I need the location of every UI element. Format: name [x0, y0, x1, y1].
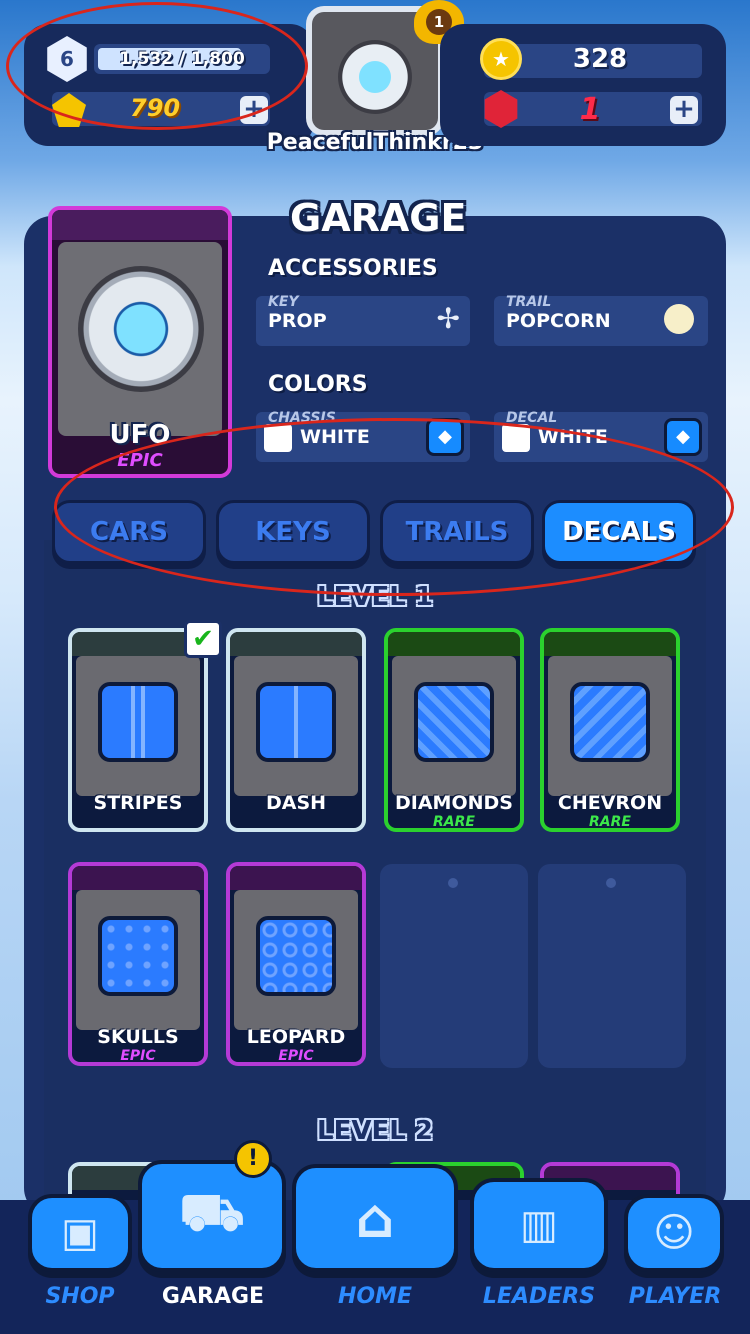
- trail-slot-label: TRAIL: [506, 294, 552, 310]
- decal-card-chevron[interactable]: CHEVRON RARE: [540, 628, 680, 832]
- popcorn-icon: [664, 304, 694, 334]
- annotation-circle-stats: [6, 2, 308, 130]
- key-slot-label: KEY: [268, 294, 299, 310]
- coin-count: 328: [572, 44, 628, 74]
- shop-button[interactable]: ▣: [28, 1194, 132, 1272]
- garage-label: GARAGE: [161, 1284, 265, 1309]
- garage-title: GARAGE: [290, 196, 467, 240]
- car-icon: ⛟: [179, 1182, 245, 1243]
- decal-card-dash[interactable]: DASH: [226, 628, 366, 832]
- chevron-decal-icon: [570, 682, 650, 762]
- accessories-heading: ACCESSORIES: [268, 256, 438, 281]
- empty-decal-slot: [380, 864, 528, 1068]
- decal-name: CHEVRON: [557, 792, 663, 814]
- home-label: HOME: [337, 1284, 413, 1309]
- shop-icon: ▣: [61, 1210, 99, 1256]
- decal-card-stripes[interactable]: STRIPES: [68, 628, 208, 832]
- empty-decal-slot: [538, 864, 686, 1068]
- leaders-button[interactable]: ▥: [470, 1178, 608, 1272]
- leaders-label: LEADERS: [482, 1284, 596, 1309]
- trail-slot[interactable]: TRAIL POPCORN: [494, 294, 708, 346]
- decal-card-skulls[interactable]: SKULLS EPIC: [68, 862, 208, 1066]
- leopard-decal-icon: [256, 916, 336, 996]
- friends-icon: ☺: [653, 1210, 695, 1256]
- decal-rarity: RARE: [433, 814, 475, 830]
- player-label: PLAYER: [628, 1284, 722, 1309]
- decal-rarity: EPIC: [120, 1048, 156, 1064]
- decal-name: DIAMONDS: [395, 792, 513, 814]
- decal-rarity: RARE: [589, 814, 631, 830]
- decal-card-leopard[interactable]: LEOPARD EPIC: [226, 862, 366, 1066]
- decal-card-diamonds[interactable]: DIAMONDS RARE: [384, 628, 524, 832]
- decal-name: DASH: [265, 792, 327, 814]
- equipped-check-icon: ✔: [184, 620, 222, 658]
- currency-panel: [440, 24, 726, 146]
- ruby-count: 1: [579, 92, 601, 127]
- dash-decal-icon: [256, 682, 336, 762]
- home-icon: ⌂: [355, 1186, 395, 1250]
- decal-rarity: EPIC: [278, 1048, 314, 1064]
- decal-name: STRIPES: [93, 792, 183, 814]
- coin-star-icon: ★: [480, 38, 522, 80]
- level-2-heading: LEVEL 2: [317, 1116, 433, 1146]
- garage-alert-icon: !: [234, 1140, 272, 1178]
- key-slot[interactable]: KEY PROP ✢: [256, 294, 470, 346]
- annotation-circle-tabs: [54, 418, 734, 596]
- decal-name: SKULLS: [97, 1026, 179, 1048]
- decal-name: LEOPARD: [246, 1026, 346, 1048]
- ufo-vehicle-icon: [78, 266, 204, 392]
- player-button[interactable]: ☺: [624, 1194, 724, 1272]
- garage-button[interactable]: ⛟: [138, 1160, 286, 1272]
- stripes-decal-icon: [98, 682, 178, 762]
- skulls-decal-icon: [98, 916, 178, 996]
- home-button[interactable]: ⌂: [292, 1164, 458, 1272]
- ufo-avatar-icon: [338, 40, 412, 114]
- podium-icon: ▥: [520, 1202, 558, 1248]
- decal-paint-bucket-icon[interactable]: ◆: [664, 418, 702, 456]
- shop-label: SHOP: [45, 1284, 115, 1309]
- diamonds-decal-icon: [414, 682, 494, 762]
- buy-rubies-button[interactable]: +: [670, 96, 698, 124]
- trail-slot-value: POPCORN: [506, 310, 611, 332]
- key-slot-value: PROP: [268, 310, 327, 332]
- colors-heading: COLORS: [268, 372, 368, 397]
- propeller-icon: ✢: [436, 302, 460, 335]
